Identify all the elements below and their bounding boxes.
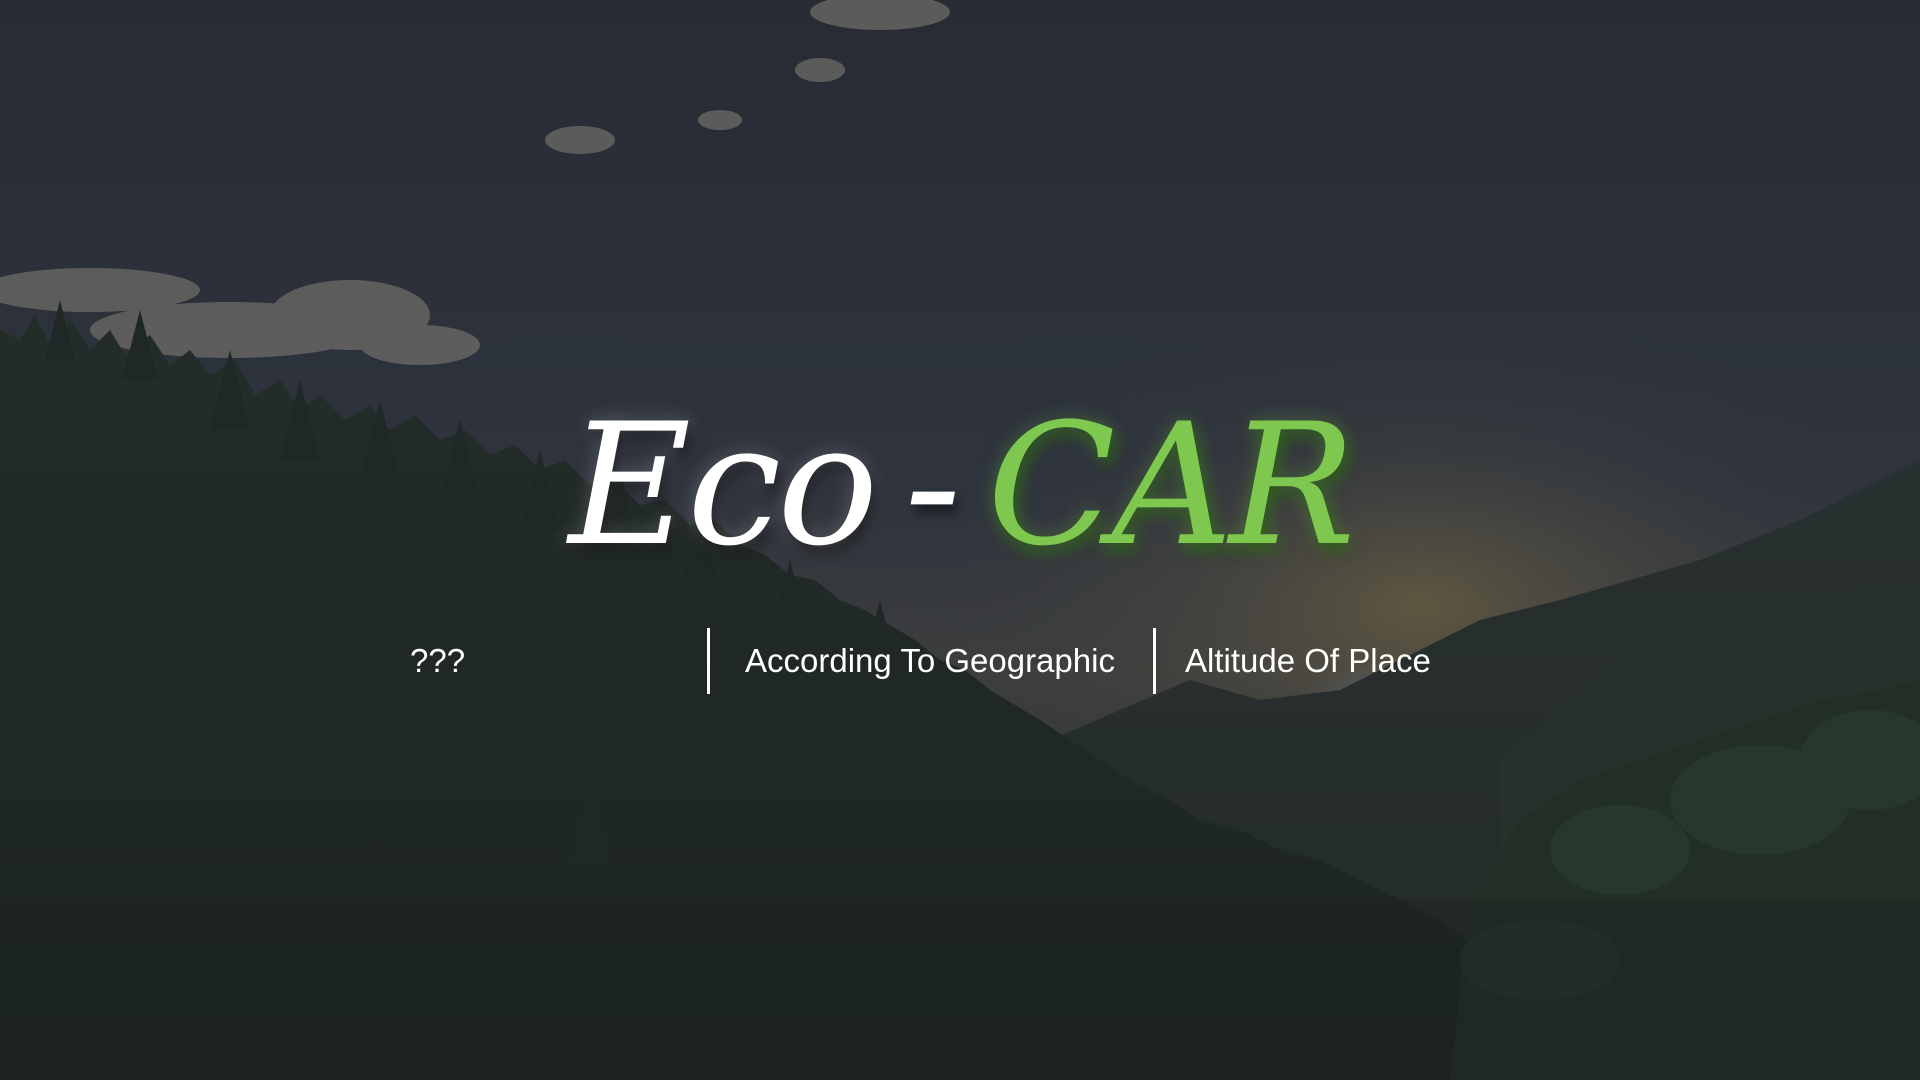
tagline-item-1: ??? [410,642,466,679]
brand-title-eco: Eco [568,387,879,583]
brand-title-dash: - [904,387,961,583]
hero-section: Eco - CAR ??? According To Geographic Alti… [0,0,1920,1080]
tagline-divider-1 [707,628,710,694]
brand-title-car: CAR [987,387,1355,583]
tagline-item-2: According To Geographic [745,642,1115,679]
tagline-divider-2 [1153,628,1156,694]
tagline-item-3: Altitude Of Place [1185,642,1431,679]
tagline: ??? According To Geographic Altitude Of … [0,628,1920,694]
brand-title: Eco - CAR [0,385,1920,585]
